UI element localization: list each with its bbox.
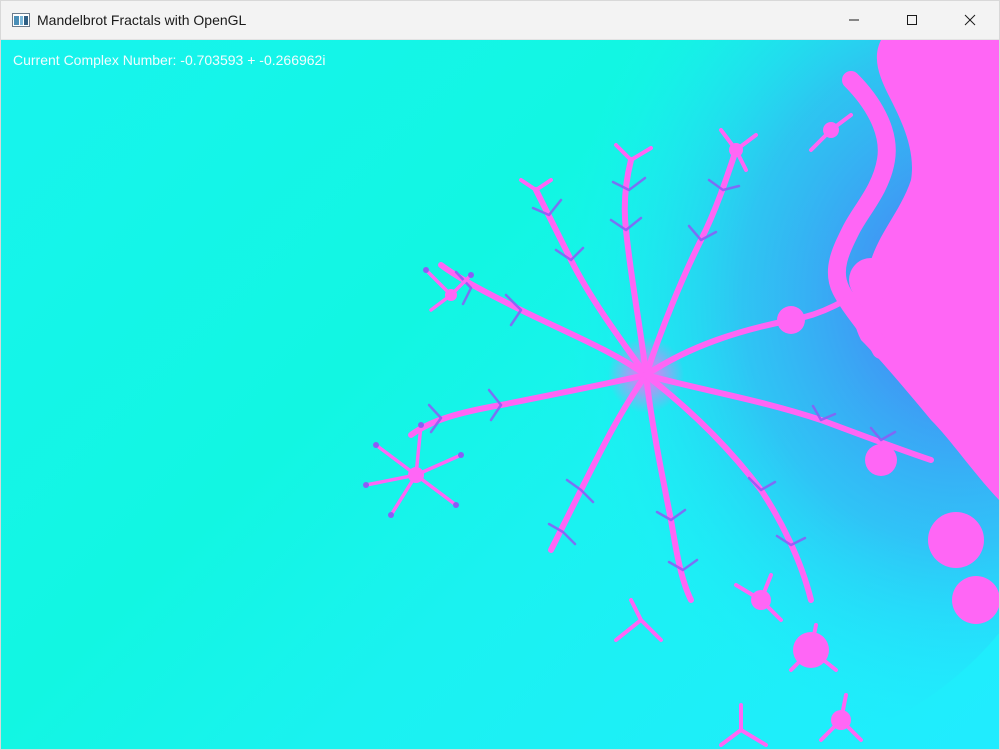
app-icon	[12, 13, 30, 27]
current-complex-number-label: Current Complex Number: -0.703593 + -0.2…	[13, 52, 326, 68]
maximize-icon	[907, 15, 917, 25]
window-controls	[825, 1, 999, 39]
title-bar[interactable]: Mandelbrot Fractals with OpenGL	[1, 1, 999, 40]
minimize-button[interactable]	[825, 1, 883, 39]
close-button[interactable]	[941, 1, 999, 39]
maximize-button[interactable]	[883, 1, 941, 39]
minimize-icon	[849, 19, 859, 21]
fractal-canvas[interactable]: Current Complex Number: -0.703593 + -0.2…	[1, 40, 999, 749]
mandelbrot-fractal-image	[363, 40, 999, 749]
close-icon	[964, 14, 976, 26]
window-title: Mandelbrot Fractals with OpenGL	[37, 12, 247, 28]
app-window: Mandelbrot Fractals with OpenGL Current …	[0, 0, 1000, 750]
